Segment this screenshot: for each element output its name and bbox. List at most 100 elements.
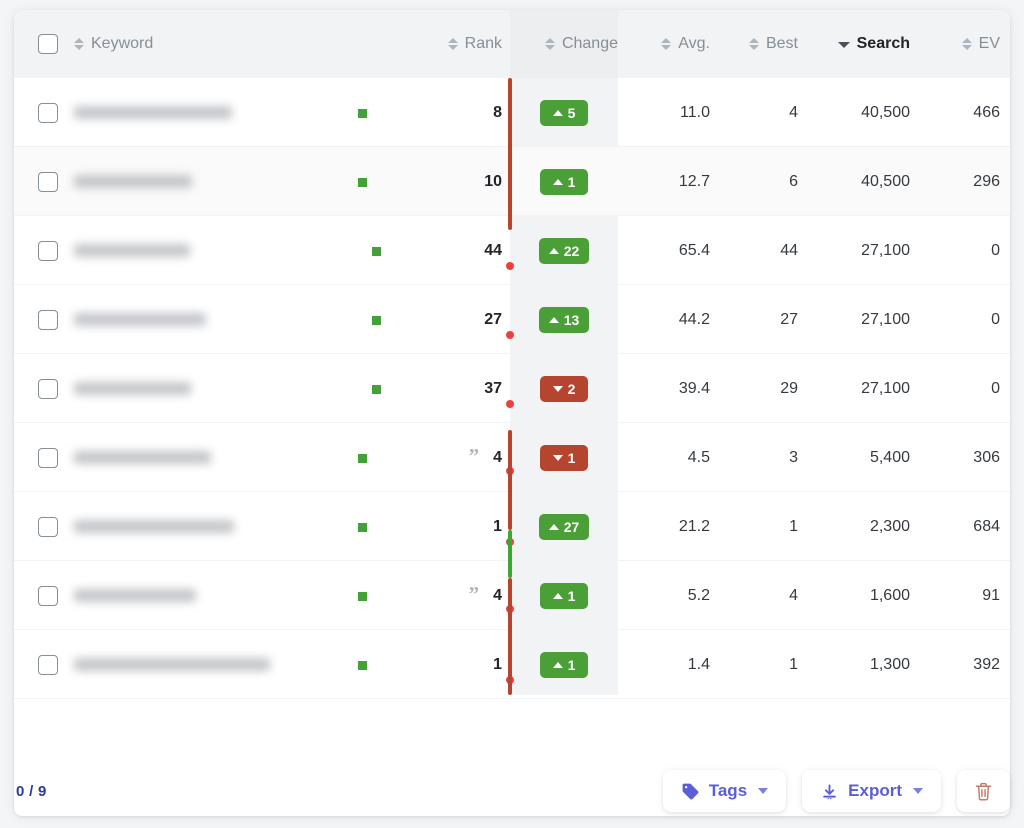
keyword-cell[interactable] [74,630,354,699]
table-row[interactable]: 1 1 1.4 1 1,300 392 [14,630,1010,699]
table-row[interactable]: 37 2 39.4 29 27,100 0 [14,354,1010,423]
delete-button[interactable] [957,770,1010,812]
change-badge-down: 2 [540,375,588,402]
avg-cell: 12.7 [678,172,710,190]
row-checkbox[interactable] [38,447,58,468]
keyword-redacted-text [74,106,232,119]
sort-icon [447,37,459,51]
search-volume-cell: 1,300 [869,655,910,673]
search-volume-cell: 40,500 [861,103,910,121]
chevron-down-icon [758,788,769,794]
change-value: 1 [567,656,576,673]
keyword-redacted-text [74,175,192,188]
rank-cell: 37 [412,354,514,423]
ev-cell: 392 [973,655,1000,673]
export-button-label: Export [848,781,902,800]
triangle-up-icon [552,178,563,185]
column-header-ev[interactable]: EV [922,35,1000,53]
column-header-rank-label: Rank [464,35,502,52]
change-cell: 1 [510,630,618,699]
change-value: 1 [567,587,576,604]
keyword-rank-tracker-screen: Keyword Rank Change Avg. Best Search EV … [0,0,1024,828]
ev-cell: 0 [991,310,1000,328]
export-button[interactable]: Export [802,770,941,812]
change-badge-down: 1 [540,444,588,471]
ev-cell: 0 [991,379,1000,397]
row-checkbox-cell [38,492,68,561]
rank-value: 4 [493,448,502,466]
keyword-redacted-text [74,382,191,395]
sort-icon [544,37,556,51]
change-cell: 22 [510,216,618,285]
sparkline-segment [508,578,512,695]
change-badge-up: 5 [540,99,588,126]
row-checkbox-cell [38,561,68,630]
ev-cell: 306 [973,448,1000,466]
rank-cell: 8 [412,78,502,147]
column-header-change[interactable]: Change [510,35,618,53]
rank-value: 1 [493,655,502,673]
keyword-cell[interactable] [74,78,354,147]
rank-cell: 1 [412,492,514,561]
rank-value-wrap: 1 [412,517,514,546]
featured-snippet-icon: ” [468,582,480,606]
rank-value: 1 [493,517,502,535]
rank-value-wrap: 44 [412,242,514,270]
select-all-checkbox[interactable] [38,34,58,54]
change-badge-up: 1 [540,651,588,678]
row-checkbox[interactable] [38,654,58,675]
table-row[interactable]: ” 4 1 4.5 3 5,400 306 [14,423,1010,492]
change-value: 1 [567,173,576,190]
table-row[interactable]: 27 13 44.2 27 27,100 0 [14,285,1010,354]
row-checkbox-cell [38,147,68,216]
rank-value-wrap: ” 4 [412,446,514,475]
search-volume-cell: 27,100 [861,241,910,259]
rank-value-wrap: ” 4 [412,582,514,613]
column-header-change-label: Change [561,35,618,52]
table-header-row: Keyword Rank Change Avg. Best Search EV [14,10,1010,78]
rank-value-wrap: 10 [412,173,502,191]
best-cell: 3 [789,448,798,466]
keyword-cell[interactable] [74,492,354,561]
triangle-up-icon [548,316,559,323]
table-row[interactable]: 1 27 21.2 1 2,300 684 [14,492,1010,561]
change-badge-up: 22 [538,237,590,264]
table-row[interactable]: ” 4 1 5.2 4 1,600 91 [14,561,1010,630]
change-cell: 1 [510,147,618,216]
avg-cell: 21.2 [678,517,710,535]
triangle-down-icon [552,454,563,461]
keyword-cell[interactable] [74,147,354,216]
row-checkbox[interactable] [38,102,58,123]
change-badge-up: 27 [538,513,590,540]
row-checkbox[interactable] [38,585,58,606]
keyword-cell[interactable] [74,285,354,354]
row-checkbox[interactable] [38,240,58,261]
row-checkbox[interactable] [38,309,58,330]
column-header-rank[interactable]: Rank [412,35,502,53]
row-checkbox[interactable] [38,171,58,192]
row-checkbox-cell [38,78,68,147]
keyword-cell[interactable] [74,561,354,630]
row-checkbox[interactable] [38,378,58,399]
keyword-redacted-text [74,589,196,602]
keyword-cell[interactable] [74,216,354,285]
triangle-up-icon [552,661,563,668]
change-badge-up: 1 [540,582,588,609]
keyword-cell[interactable] [74,354,354,423]
table-row[interactable]: 44 22 65.4 44 27,100 0 [14,216,1010,285]
column-header-best[interactable]: Best [726,35,798,53]
table-row[interactable]: 8 5 11.0 4 40,500 466 [14,78,1010,147]
download-icon [820,782,839,801]
row-checkbox[interactable] [38,516,58,537]
table-row[interactable]: 10 1 12.7 6 40,500 296 [14,147,1010,216]
column-header-keyword[interactable]: Keyword [74,35,354,53]
avg-cell: 44.2 [678,310,710,328]
column-header-search[interactable]: Search [810,35,910,53]
sort-icon [74,37,85,51]
column-header-avg[interactable]: Avg. [630,35,710,53]
best-cell: 6 [789,172,798,190]
tag-icon [681,782,700,801]
table-footer: 0 / 9 Tags Export [0,754,1024,828]
keyword-cell[interactable] [74,423,354,492]
tags-button[interactable]: Tags [662,770,787,812]
